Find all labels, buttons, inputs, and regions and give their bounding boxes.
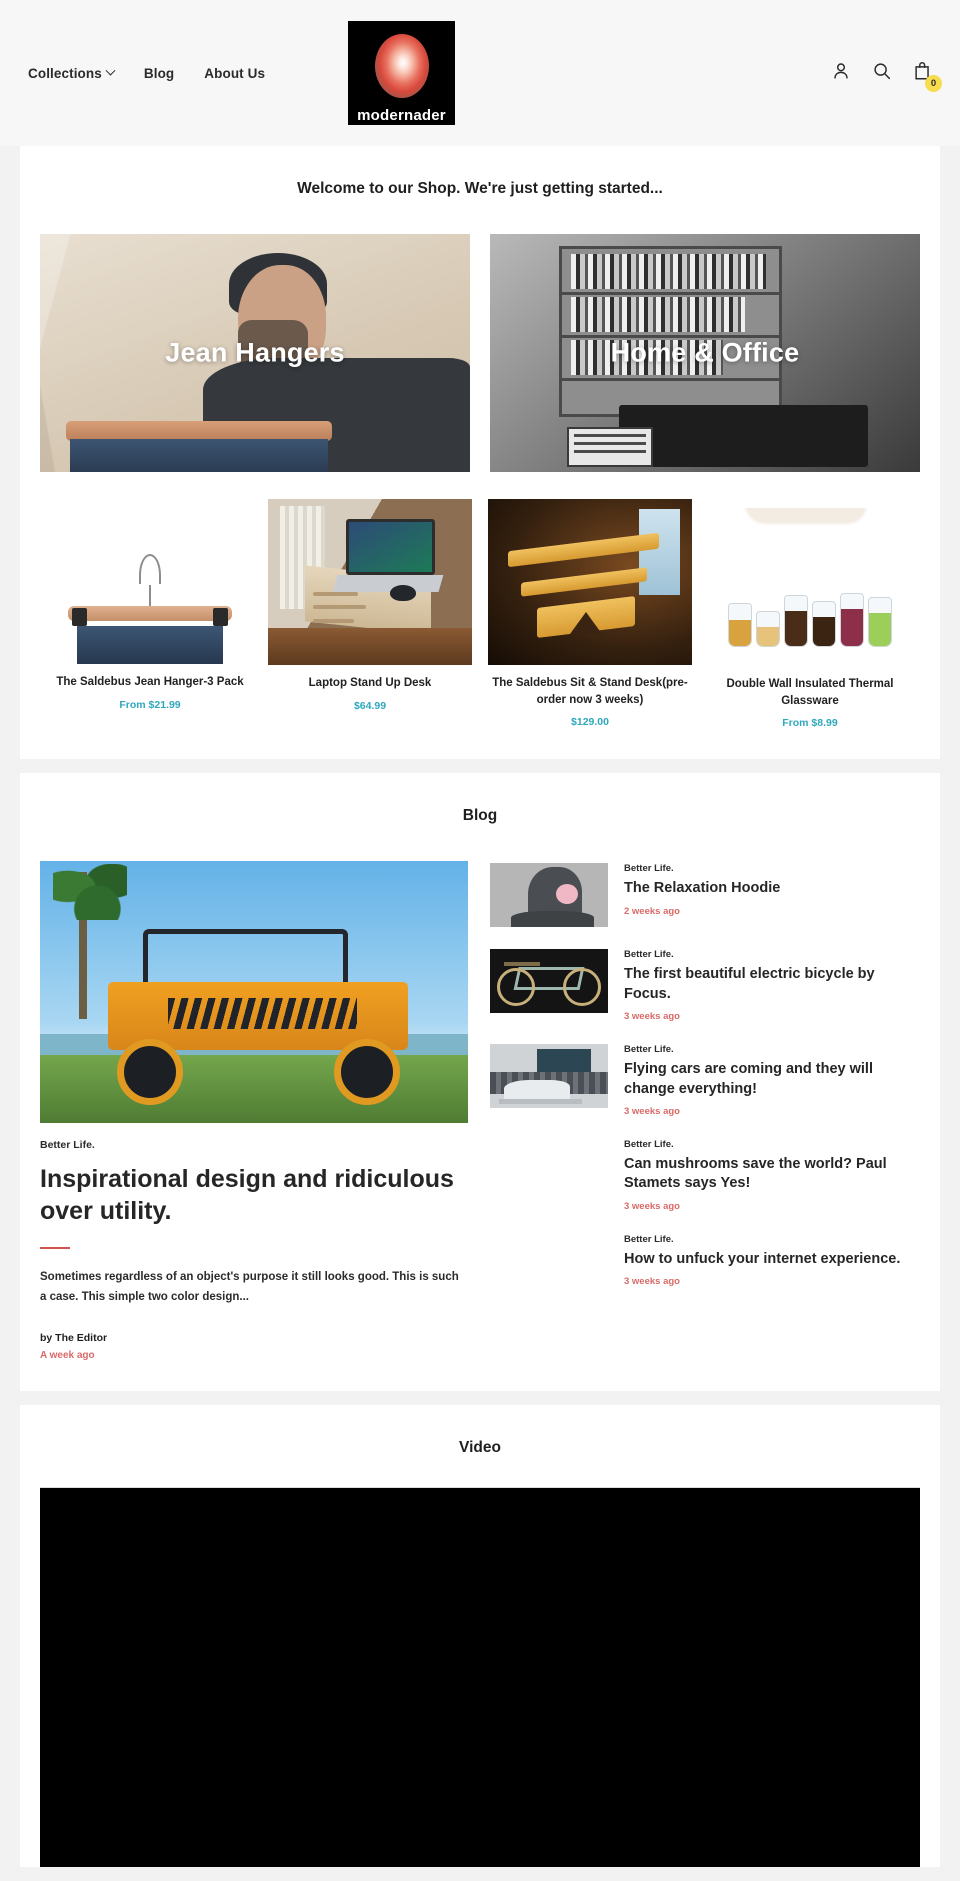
product-price: $129.00 [571,716,609,729]
collection-cards: Jean Hangers Home & Office [20,234,940,472]
site-header: Collections Blog About Us modernader 0 [0,0,960,146]
post-date: 3 weeks ago [624,1276,680,1288]
cart-count-badge: 0 [925,75,942,92]
post-category: Better Life. [624,1233,674,1245]
product-image-glassware [708,508,912,666]
collection-card-jean-hangers[interactable]: Jean Hangers [40,234,470,472]
product-card[interactable]: The Saldebus Sit & Stand Desk(pre-order … [480,494,700,728]
product-title: The Saldebus Jean Hanger-3 Pack [56,676,244,688]
nav-label-collections: Collections [28,65,102,81]
product-card[interactable]: Double Wall Insulated Thermal Glassware … [700,494,920,729]
list-item[interactable]: Better Life. The first beautiful electri… [490,949,920,1022]
product-grid: The Saldebus Jean Hanger-3 Pack From $21… [20,494,940,729]
product-title: Laptop Stand Up Desk [308,677,432,689]
featured-post-date: A week ago [40,1349,95,1361]
blog-section: Blog Better Life. Inspirational design a… [20,773,940,1391]
post-date: 3 weeks ago [624,1200,680,1212]
post-category: Better Life. [624,863,674,875]
featured-post[interactable]: Better Life. Inspirational design and ri… [40,861,468,1361]
collection-label-home-office: Home & Office [610,337,800,368]
video-heading: Video [459,1438,501,1456]
storefront-page: Collections Blog About Us modernader 0 W… [0,0,960,1867]
post-date: 2 weeks ago [624,905,680,917]
main-navigation: Collections Blog About Us [28,65,265,81]
featured-post-excerpt: Sometimes regardless of an object's purp… [40,1271,459,1304]
product-image-sit-stand-desk [488,499,692,665]
blog-sidebar: Better Life. The Relaxation Hoodie 2 wee… [490,861,920,1360]
shop-section: Welcome to our Shop. We're just getting … [20,146,940,760]
post-thumbnail-flying-car [490,1044,608,1109]
nav-label-about-us: About Us [204,65,266,81]
product-price: $64.99 [353,699,387,712]
list-item[interactable]: Better Life. Flying cars are coming and … [490,1044,920,1117]
featured-post-category: Better Life. [40,1139,95,1152]
video-section: Video [20,1404,940,1867]
nav-item-collections[interactable]: Collections [28,65,116,81]
post-thumbnail-hoodie [490,863,608,928]
product-title: The Saldebus Sit & Stand Desk(pre-order … [492,677,688,706]
title-divider [40,1247,70,1250]
nav-item-blog[interactable]: Blog [144,66,174,81]
collection-label-jean-hangers: Jean Hangers [165,337,345,368]
featured-post-image[interactable] [40,861,468,1124]
logo-orb-icon [374,34,429,98]
product-image-jean-hanger [48,536,252,664]
header-actions: 0 [830,60,942,92]
product-card[interactable]: The Saldebus Jean Hanger-3 Pack From $21… [40,494,260,711]
list-item[interactable]: Better Life. The Relaxation Hoodie 2 wee… [490,863,920,928]
list-item[interactable]: Better Life. How to unfuck your internet… [490,1234,920,1287]
featured-post-title: Inspirational design and ridiculous over… [40,1165,454,1226]
post-date: 3 weeks ago [624,1106,680,1118]
nav-label-blog: Blog [143,65,175,81]
account-icon[interactable] [830,60,852,87]
product-image-laptop-stand [268,499,472,665]
post-category: Better Life. [624,1044,674,1056]
cart-icon[interactable]: 0 [912,60,942,92]
post-title: The Relaxation Hoodie [624,880,781,897]
list-item[interactable]: Better Life. Can mushrooms save the worl… [490,1139,920,1212]
collection-card-home-office[interactable]: Home & Office [490,234,920,472]
nav-item-about-us[interactable]: About Us [204,66,265,81]
post-title: The first beautiful electric bicycle by … [624,966,875,1002]
post-title: How to unfuck your internet experience. [624,1250,901,1267]
video-player[interactable] [40,1486,920,1867]
post-category: Better Life. [624,949,674,961]
post-thumbnail-bicycle [490,949,608,1014]
featured-post-author: by The Editor [40,1331,108,1344]
site-logo[interactable]: modernader [348,21,455,125]
product-title: Double Wall Insulated Thermal Glassware [726,678,894,707]
product-price: From $21.99 [119,698,181,711]
product-card[interactable]: Laptop Stand Up Desk $64.99 [260,494,480,712]
logo-wordmark: modernader [357,107,446,124]
blog-heading: Blog [462,807,498,825]
search-icon[interactable] [871,60,893,87]
post-title: Can mushrooms save the world? Paul Stame… [624,1156,887,1192]
post-title: Flying cars are coming and they will cha… [624,1061,873,1097]
product-price: From $8.99 [782,717,838,730]
post-category: Better Life. [624,1139,674,1151]
chevron-down-icon [105,65,116,76]
shop-heading: Welcome to our Shop. We're just getting … [297,180,663,197]
blog-layout: Better Life. Inspirational design and ri… [20,861,940,1361]
post-date: 3 weeks ago [624,1011,680,1023]
